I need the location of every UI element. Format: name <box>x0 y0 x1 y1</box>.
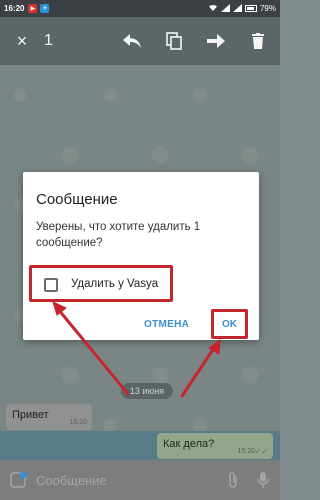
incoming-message-text: Привет <box>12 409 49 421</box>
youtube-notification-icon: ▶ <box>28 4 38 13</box>
ok-highlight-frame <box>211 309 248 339</box>
outgoing-message[interactable]: Как дела? 15:20 ✓✓ <box>157 433 273 459</box>
message-input[interactable]: Сообщение <box>36 473 220 488</box>
attach-icon[interactable] <box>220 471 246 489</box>
incoming-message[interactable]: Привет 15:20 <box>6 404 92 430</box>
forward-icon[interactable] <box>206 31 226 51</box>
battery-icon <box>244 5 257 12</box>
message-input-bar: Сообщение <box>0 460 280 500</box>
close-selection-button[interactable]: × <box>0 31 44 52</box>
reply-icon[interactable] <box>122 31 142 51</box>
wifi-icon <box>208 4 218 14</box>
delete-icon[interactable] <box>248 31 268 51</box>
outgoing-message-time: 15:20 <box>237 448 255 455</box>
read-checkmarks-icon: ✓✓ <box>254 447 268 456</box>
dialog-title: Сообщение <box>36 191 118 208</box>
outgoing-message-text: Как дела? <box>163 438 215 450</box>
selected-count: 1 <box>44 32 53 49</box>
copy-icon[interactable] <box>164 31 184 51</box>
date-chip: 13 июня <box>121 383 173 399</box>
selection-action-bar: × 1 <box>0 17 280 65</box>
checkbox-highlight-frame <box>29 265 173 302</box>
status-time: 16:20 <box>4 4 25 13</box>
cancel-button[interactable]: ОТМЕНА <box>144 319 189 330</box>
incoming-message-time: 15:20 <box>69 419 87 426</box>
microphone-icon[interactable] <box>246 471 280 489</box>
signal-icon <box>220 3 230 14</box>
battery-percent: 79% <box>259 4 276 13</box>
dialog-message: Уверены, что хотите удалить 1 сообщение? <box>36 221 201 249</box>
status-bar: 16:20 ▶ ✈ 79% <box>0 0 280 17</box>
telegram-notification-icon: ✈ <box>40 4 50 13</box>
signal-icon-2 <box>232 3 242 14</box>
emoji-icon[interactable] <box>0 471 36 489</box>
